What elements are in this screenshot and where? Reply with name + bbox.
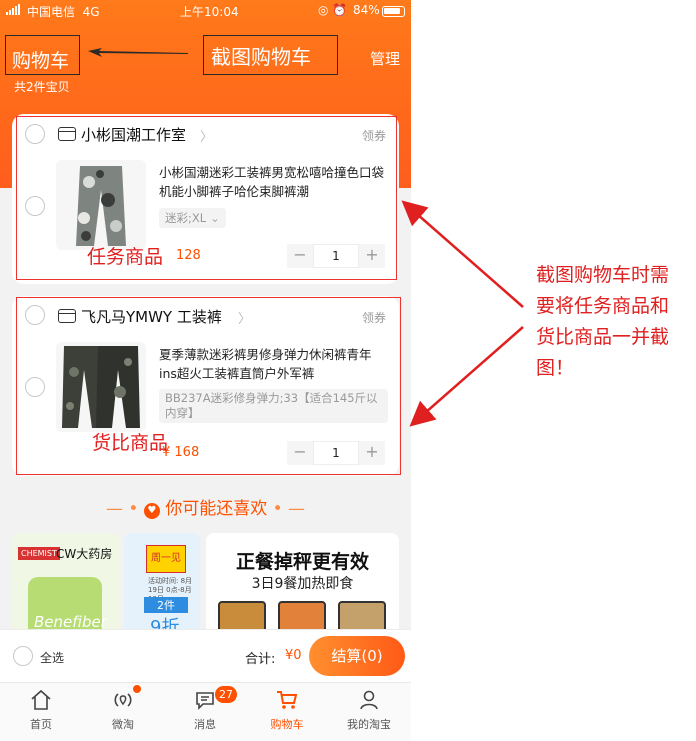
promo-tag: 周一见 [146,545,186,573]
checkout-button[interactable]: 结算(0) [309,636,405,676]
camo-pants-icon [76,166,126,246]
item-1-image[interactable] [56,160,146,250]
clock: 上午10:04 [180,5,239,19]
alarm-icon: ◎ ⏰ [318,3,348,17]
item-2-title[interactable]: 夏季薄款迷彩裤男修身弹力休闲裤青年ins超火工装裤直筒户外军裤 [159,345,389,383]
tab-my-taobao[interactable]: 我的淘宝 [328,683,410,741]
meal-box-image [338,601,386,629]
recommend-grid: CHEMIST CW大药房 Benefiber 周一见 活动时间: 8月19日 … [0,525,411,629]
item-2-quantity-stepper: − 1 + [287,441,385,465]
home-icon [31,689,51,710]
chevron-right-icon: 〉 [238,312,252,327]
recommend-card-meal[interactable]: 正餐掉秤更有效 3日9餐加热即食 [206,533,399,629]
compare-item-label: 货比商品 [92,432,169,454]
tab-home[interactable]: 首页 [0,683,82,741]
item-2-sku[interactable]: BB237A迷彩修身弹力;33【适合145斤以内穿】 [159,389,388,423]
recommend-heading: — • ♥ 你可能还喜欢 • — [105,499,306,519]
item-2-checkbox[interactable] [25,377,45,397]
chevron-down-icon: ⌄ [210,211,220,225]
message-badge: 27 [215,686,237,703]
shop-icon [58,309,76,323]
shop-1-name[interactable]: 小彬国潮工作室 [81,124,186,145]
item-1-sku-text: 迷彩;XL [165,211,207,225]
checkout-bar: 全选 合计: ¥0 结算(0) [0,629,411,682]
battery-icon [382,6,405,17]
signal-icon [6,4,20,15]
shop-2-checkbox[interactable] [25,305,45,325]
shop-2-coupon[interactable]: 领券 [362,309,386,326]
recommend-card-promo[interactable]: 周一见 活动时间: 8月19日 0点-8月19日 2件 9折 [124,533,200,629]
increment-button[interactable]: + [359,441,385,465]
item-2-image[interactable] [56,342,146,432]
item-1-checkbox[interactable] [25,196,45,216]
page-title: 购物车 [12,50,70,72]
tab-weitao[interactable]: 微淘 [82,683,164,741]
recommend-heading-text: 你可能还喜欢 [165,499,268,519]
status-bar: 中国电信 4G 上午10:04 ◎ ⏰ 84% [0,0,411,22]
brand-tag: CHEMIST [18,547,60,560]
meal-box-image [278,601,326,629]
user-icon [360,690,378,710]
select-all-checkbox[interactable] [13,646,33,666]
shop-1-checkbox[interactable] [25,124,45,144]
tab-weitao-label: 微淘 [112,718,134,731]
brand-name: CW大药房 [56,547,113,561]
annotation-label: 截图购物车 [211,45,311,69]
item-1-title[interactable]: 小彬国潮迷彩工装裤男宽松嘻哈撞色口袋机能小脚裤子哈伦束脚裤潮 [159,163,389,201]
product-name: Benefiber [34,613,107,629]
select-all-label[interactable]: 全选 [40,649,64,666]
shop-2-name[interactable]: 飞凡马YMWY 工装裤 [81,306,222,327]
message-icon [196,692,214,710]
broadcast-icon [114,693,132,707]
item-1-price: 128 [176,248,201,263]
camo-pants-icon [62,346,140,428]
quantity-value[interactable]: 1 [313,441,359,465]
increment-button[interactable]: + [359,244,385,268]
phone-screen: 中国电信 4G 上午10:04 ◎ ⏰ 84% 购物车 共2件宝贝 管理 截图购… [0,0,411,741]
shop-1-coupon[interactable]: 领券 [362,127,386,144]
decrement-button[interactable]: − [287,441,313,465]
quantity-value[interactable]: 1 [313,244,359,268]
heart-icon: ♥ [143,503,160,519]
recommend-card-pharmacy[interactable]: CHEMIST CW大药房 Benefiber [12,533,120,629]
annotation-arrows-icon [401,200,524,427]
meal-title: 正餐掉秤更有效 [235,551,369,573]
meal-subtitle: 3日9餐加热即食 [251,576,354,592]
item-1-sku[interactable]: 迷彩;XL ⌄ [159,208,226,228]
item-count: 共2件宝贝 [14,80,70,94]
annotation-callout: 截图购物车时需要将任务商品和货比商品一并截图！ [536,264,670,379]
chevron-right-icon: 〉 [200,130,214,145]
battery-percent: 84% [353,3,380,17]
promo-count: 2件 [144,597,188,613]
item-2-sku-text: BB237A迷彩修身弹力;33【适合145斤以内穿】 [165,391,378,420]
tab-cart[interactable]: 购物车 [246,683,328,741]
total-value: ¥0 [285,648,302,663]
total-label: 合计: [245,652,276,667]
cart-icon [277,691,298,709]
notification-dot [133,685,141,693]
carrier-label: 中国电信 4G [27,5,100,19]
task-item-label: 任务商品 [87,246,164,268]
shop-icon [58,127,76,141]
tab-my-taobao-label: 我的淘宝 [347,718,391,731]
promo-discount: 9折 [150,617,180,629]
tab-bar: 首页 微淘 消息 购物车 我的淘宝 [0,682,411,741]
decrement-button[interactable]: − [287,244,313,268]
tab-home-label: 首页 [30,718,52,731]
manage-button[interactable]: 管理 [370,48,400,69]
annotation-arrow-icon [88,48,188,57]
meal-box-image [218,601,266,629]
tab-cart-label: 购物车 [270,718,304,731]
item-1-quantity-stepper: − 1 + [287,244,385,268]
tab-messages-label: 消息 [194,718,216,731]
